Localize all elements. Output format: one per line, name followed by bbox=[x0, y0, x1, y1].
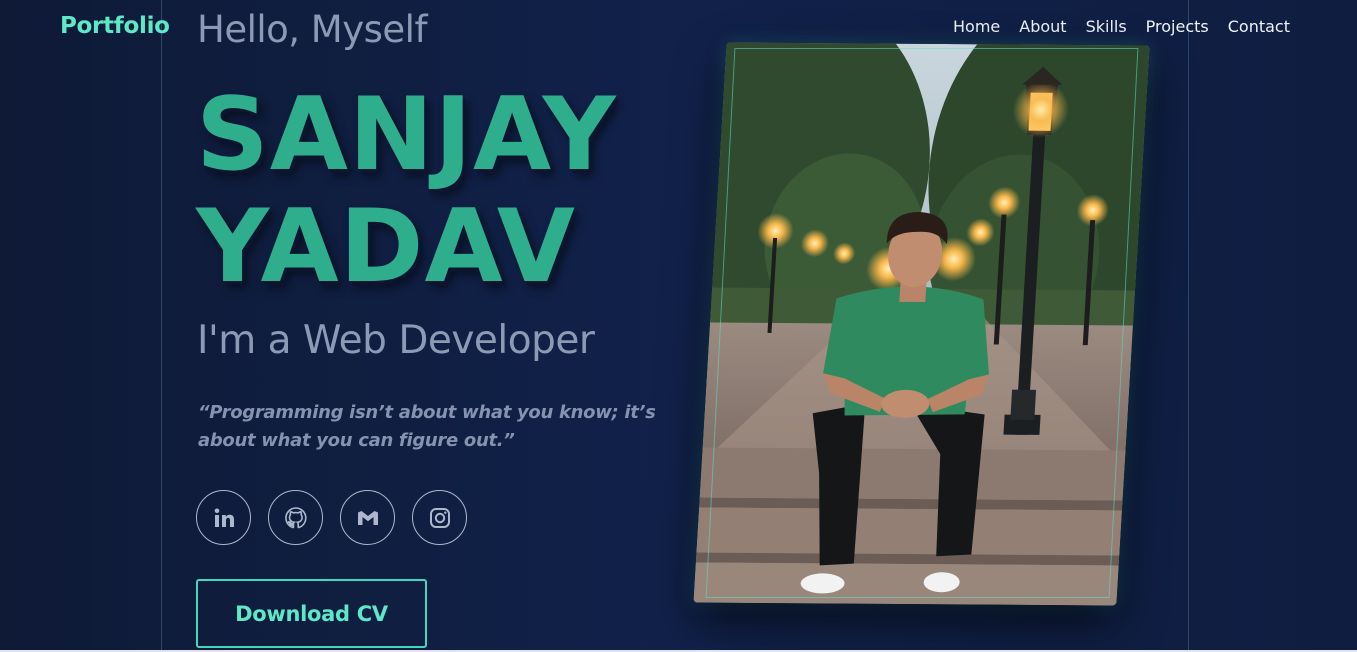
quote-line-1: “Programming isn’t about what you know; … bbox=[198, 402, 656, 423]
nav-skills[interactable]: Skills bbox=[1086, 17, 1127, 36]
role-text: I'm a Web Developer bbox=[197, 318, 595, 363]
name-line-last: YADAV bbox=[196, 187, 576, 305]
nav-contact[interactable]: Contact bbox=[1228, 17, 1290, 36]
nav-about[interactable]: About bbox=[1019, 17, 1066, 36]
nav-home[interactable]: Home bbox=[953, 17, 1000, 36]
greeting: Hello, Myself bbox=[197, 8, 427, 51]
github-button[interactable] bbox=[268, 490, 323, 545]
social-links bbox=[196, 490, 467, 545]
linkedin-button[interactable] bbox=[196, 490, 251, 545]
hero-name: SANJAY YADAV bbox=[196, 78, 617, 302]
left-guide-line bbox=[161, 0, 162, 652]
gmail-button[interactable] bbox=[340, 490, 395, 545]
main-nav: Home About Skills Projects Contact bbox=[953, 17, 1290, 36]
gmail-icon bbox=[357, 510, 378, 525]
right-guide-line bbox=[1188, 0, 1189, 652]
logo[interactable]: Portfolio bbox=[60, 13, 170, 39]
name-line-first: SANJAY bbox=[196, 75, 617, 193]
download-cv-button[interactable]: Download CV bbox=[196, 579, 427, 648]
instagram-button[interactable] bbox=[412, 490, 467, 545]
nav-projects[interactable]: Projects bbox=[1146, 17, 1209, 36]
profile-photo bbox=[693, 42, 1150, 606]
linkedin-icon bbox=[214, 508, 234, 527]
profile-photo-illustration bbox=[693, 42, 1150, 606]
instagram-icon bbox=[429, 507, 450, 528]
quote: “Programming isn’t about what you know; … bbox=[198, 399, 678, 455]
quote-line-2: about what you can figure out.” bbox=[198, 430, 515, 451]
github-icon bbox=[284, 506, 307, 528]
portfolio-page: Portfolio Home About Skills Projects Con… bbox=[0, 0, 1357, 652]
